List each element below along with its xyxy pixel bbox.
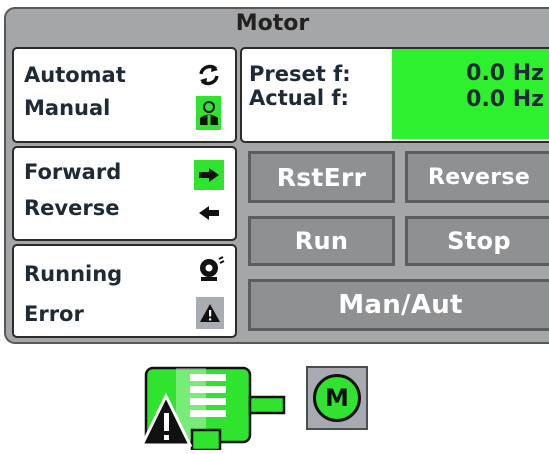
stop-button[interactable]: Stop [405, 216, 549, 266]
faceplate-title: Motor [235, 11, 310, 36]
warning-icon [196, 297, 224, 329]
m-badge-label: M [325, 384, 349, 412]
actual-frequency-label: Actual f: [249, 86, 349, 110]
error-label: Error [24, 302, 84, 326]
man-aut-button[interactable]: Man/Aut [248, 279, 549, 331]
actual-frequency-value: 0.0 Hz [466, 87, 544, 112]
motor-icon [196, 254, 226, 284]
arrow-right-icon [194, 160, 224, 190]
motor-warning-icon[interactable] [138, 360, 300, 452]
arrow-left-icon [194, 198, 224, 228]
preset-frequency-value: 0.0 Hz [466, 61, 544, 86]
automat-label: Automat [24, 63, 126, 87]
run-button[interactable]: Run [248, 216, 395, 266]
m-badge-circle: M [313, 374, 361, 422]
reverse-button[interactable]: Reverse [405, 151, 549, 203]
running-label: Running [24, 262, 123, 286]
manual-label: Manual [24, 96, 111, 120]
reset-error-button[interactable]: RstErr [248, 151, 395, 203]
refresh-icon [197, 60, 221, 90]
preset-frequency-label: Preset f: [249, 62, 351, 86]
forward-label: Forward [24, 160, 122, 184]
reverse-label: Reverse [24, 196, 120, 220]
motor-m-badge[interactable]: M [306, 366, 368, 430]
operator-icon [196, 96, 221, 130]
